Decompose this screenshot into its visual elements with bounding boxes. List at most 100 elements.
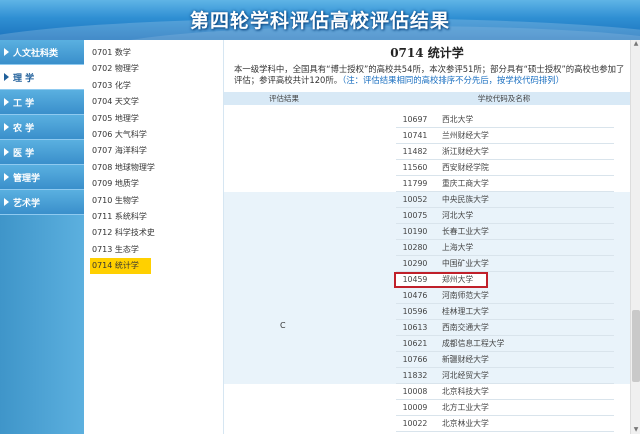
school-name: 西北大学 (442, 115, 474, 124)
table-row: 10596 桂林理工大学 (396, 304, 614, 320)
subject-item[interactable]: 0713 生态学 (84, 242, 223, 258)
subject-item[interactable]: 0703 化学 (84, 78, 223, 94)
school-code: 10009 (402, 403, 428, 412)
school-name: 郑州大学 (442, 275, 474, 284)
school-name: 新疆财经大学 (442, 355, 489, 364)
school-name: 西南交通大学 (442, 323, 489, 332)
school-code: 11832 (402, 371, 428, 380)
subject-item[interactable]: 0707 海洋科学 (84, 143, 223, 159)
sidebar-item-label: 农 学 (13, 123, 35, 134)
grade-label: C (280, 321, 286, 330)
school-name: 河北大学 (442, 211, 474, 220)
table-row: 11482 浙江财经大学 (396, 144, 614, 160)
subject-item[interactable]: 0708 地球物理学 (84, 160, 223, 176)
school-code: 10459 (402, 275, 428, 284)
table-row: 10190 长春工业大学 (396, 224, 614, 240)
subject-item[interactable]: 0701 数学 (84, 45, 223, 61)
table-row: 11799 重庆工商大学 (396, 176, 614, 192)
subject-item[interactable]: 0709 地质学 (84, 176, 223, 192)
school-code: 10476 (402, 291, 428, 300)
category-sidebar: 人文社科类 理 学 工 学 农 学 医 学 管理学 艺术学 (0, 40, 84, 434)
sidebar-item-arts[interactable]: 艺术学 (0, 190, 84, 215)
school-code: 10596 (402, 307, 428, 316)
sidebar-item-science[interactable]: 理 学 (0, 65, 84, 90)
subject-item[interactable]: 0712 科学技术史 (84, 225, 223, 241)
table-row: 10621 成都信息工程大学 (396, 336, 614, 352)
school-code: 11799 (402, 179, 428, 188)
subject-item[interactable]: 0704 天文学 (84, 94, 223, 110)
scroll-down-arrow-icon[interactable]: ▼ (632, 426, 640, 434)
arrow-right-icon (4, 198, 9, 206)
school-code: 11482 (402, 147, 428, 156)
school-code: 10697 (402, 115, 428, 124)
intro-note: （注：评估结果相同的高校排序不分先后，按学校代码排列） (342, 75, 565, 85)
table-row: 10008 北京科技大学 (396, 384, 614, 400)
subject-list: 0701 数学 0702 物理学 0703 化学 0704 天文学 0705 地… (84, 40, 224, 434)
table-row: 11560 西安财经学院 (396, 160, 614, 176)
school-code: 10008 (402, 387, 428, 396)
table-row: 10613 西南交通大学 (396, 320, 614, 336)
results-panel: 0714 统计学 本一级学科中，全国具有“博士授权”的高校共54所，本次参评51… (224, 40, 640, 434)
school-name: 中国矿业大学 (442, 259, 489, 268)
table-row: 10476 河南师范大学 (396, 288, 614, 304)
subject-item[interactable]: 0710 生物学 (84, 193, 223, 209)
subject-item[interactable]: 0705 地理学 (84, 111, 223, 127)
sidebar-item-humanities[interactable]: 人文社科类 (0, 40, 84, 65)
school-code: 10052 (402, 195, 428, 204)
results-table: C 10697 西北大学 10741 兰州财经大学 11482 浙江财经大学 1156… (224, 105, 630, 434)
school-code: 10741 (402, 131, 428, 140)
table-row: 10052 中央民族大学 (396, 192, 614, 208)
intro-text: 本一级学科中，全国具有“博士授权”的高校共54所，本次参评51所；部分具有“硕士… (234, 64, 630, 86)
arrow-right-icon (4, 148, 9, 156)
school-code: 10075 (402, 211, 428, 220)
sidebar-item-agriculture[interactable]: 农 学 (0, 115, 84, 140)
table-row: 10741 兰州财经大学 (396, 128, 614, 144)
arrow-right-icon (4, 73, 9, 81)
school-code: 10190 (402, 227, 428, 236)
school-name: 浙江财经大学 (442, 147, 489, 156)
scroll-thumb[interactable] (632, 310, 640, 382)
table-row: 10697 西北大学 (396, 112, 614, 128)
school-name: 中央民族大学 (442, 195, 489, 204)
sidebar-item-label: 管理学 (13, 173, 41, 184)
scroll-up-arrow-icon[interactable]: ▲ (632, 40, 640, 48)
school-code: 10621 (402, 339, 428, 348)
column-header-school: 学校代码及名称 (477, 94, 531, 103)
sidebar-item-label: 人文社科类 (13, 48, 59, 59)
school-name: 北京林业大学 (442, 419, 489, 428)
school-name: 河南师范大学 (442, 291, 489, 300)
school-name: 河北经贸大学 (442, 371, 489, 380)
arrow-right-icon (4, 123, 9, 131)
table-row: 10766 新疆财经大学 (396, 352, 614, 368)
school-name: 北京科技大学 (442, 387, 489, 396)
sidebar-item-medicine[interactable]: 医 学 (0, 140, 84, 165)
table-row: 10022 北京林业大学 (396, 416, 614, 432)
school-name: 成都信息工程大学 (442, 339, 505, 348)
table-header: 评估结果 学校代码及名称 (224, 92, 630, 105)
table-row-highlighted: 10459 郑州大学 (394, 272, 488, 288)
table-row: 10075 河北大学 (396, 208, 614, 224)
arrow-right-icon (4, 48, 9, 56)
subject-item[interactable]: 0702 物理学 (84, 61, 223, 77)
school-code: 10022 (402, 419, 428, 428)
sidebar-item-label: 医 学 (13, 148, 35, 159)
sidebar-item-label: 艺术学 (13, 198, 41, 209)
subject-item[interactable]: 0711 系统科学 (84, 209, 223, 225)
school-code: 10613 (402, 323, 428, 332)
school-name: 兰州财经大学 (442, 131, 489, 140)
vertical-scrollbar[interactable]: ▲ ▼ (630, 40, 640, 434)
school-code: 10290 (402, 259, 428, 268)
subject-item-active[interactable]: 0714 统计学 (90, 258, 151, 275)
table-row: 10009 北方工业大学 (396, 400, 614, 416)
school-name: 北方工业大学 (442, 403, 489, 412)
arrow-right-icon (4, 173, 9, 181)
table-row: 10280 上海大学 (396, 240, 614, 256)
sidebar-item-management[interactable]: 管理学 (0, 165, 84, 190)
sidebar-item-label: 理 学 (13, 73, 35, 84)
school-code: 10766 (402, 355, 428, 364)
subject-item[interactable]: 0706 大气科学 (84, 127, 223, 143)
arrow-right-icon (4, 98, 9, 106)
sidebar-item-engineering[interactable]: 工 学 (0, 90, 84, 115)
column-header-grade: 评估结果 (269, 94, 299, 103)
sidebar-item-label: 工 学 (13, 98, 35, 109)
